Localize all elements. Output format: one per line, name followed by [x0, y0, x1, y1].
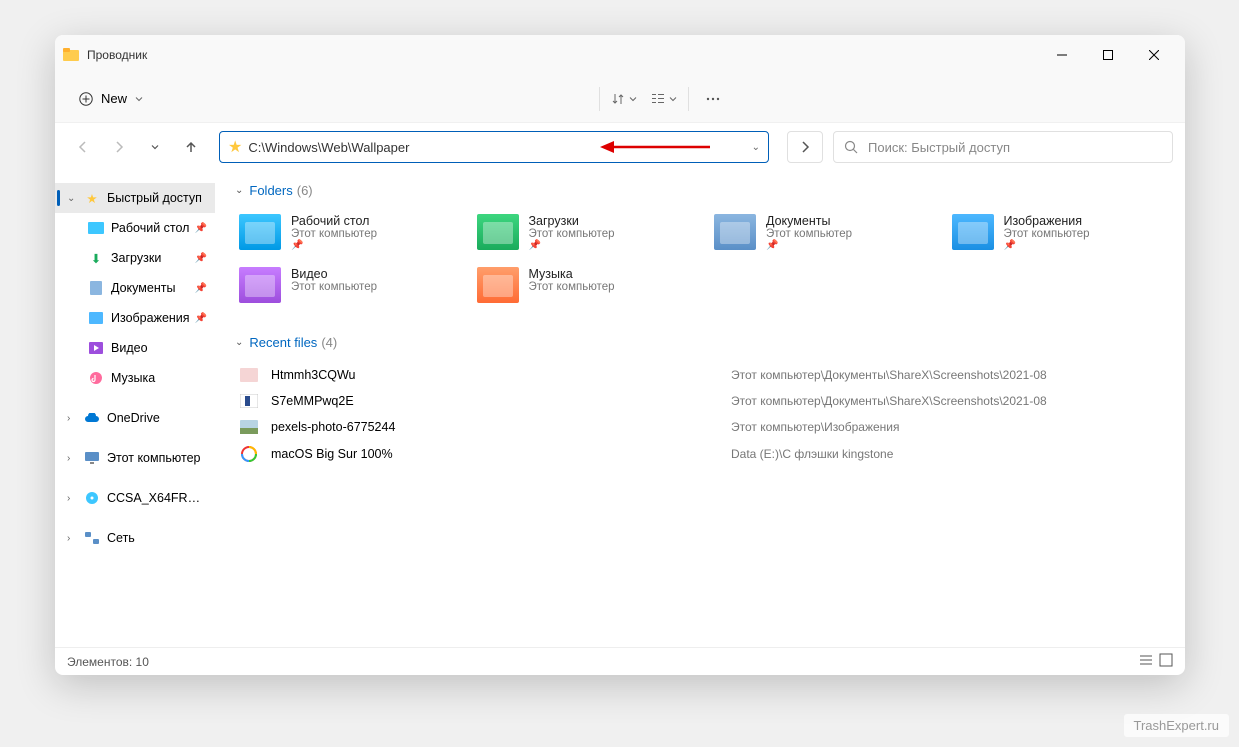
folder-icon — [477, 214, 519, 250]
chevron-right-icon[interactable]: › — [67, 533, 79, 544]
close-button[interactable] — [1131, 39, 1177, 71]
pin-icon: 📌 — [529, 240, 615, 251]
chevron-down-icon[interactable]: ⌄ — [752, 142, 760, 153]
explorer-window: Проводник New ★ C:\Windows\Web\Wallpaper — [55, 35, 1185, 675]
folder-documents[interactable]: ДокументыЭтот компьютер📌 — [710, 210, 928, 255]
details-view-button[interactable] — [1139, 653, 1153, 670]
back-button[interactable] — [67, 131, 99, 163]
folder-music[interactable]: МузыкаЭтот компьютер — [473, 263, 691, 307]
watermark: TrashExpert.ru — [1124, 714, 1230, 737]
maximize-button[interactable] — [1085, 39, 1131, 71]
forward-button[interactable] — [103, 131, 135, 163]
view-button[interactable] — [644, 81, 684, 117]
folders-grid: Рабочий столЭтот компьютер📌 ЗагрузкиЭтот… — [235, 210, 1165, 307]
navbar: ★ C:\Windows\Web\Wallpaper ⌄ Поиск: Быст… — [55, 123, 1185, 171]
image-file-icon — [239, 368, 259, 382]
pin-icon: 📌 — [291, 240, 377, 251]
window-title: Проводник — [87, 48, 147, 62]
minimize-button[interactable] — [1039, 39, 1085, 71]
disc-icon — [83, 491, 101, 505]
address-bar[interactable]: ★ C:\Windows\Web\Wallpaper ⌄ — [219, 131, 769, 163]
video-icon — [87, 342, 105, 354]
document-icon — [87, 281, 105, 295]
desktop-icon — [87, 222, 105, 234]
chevron-right-icon[interactable]: › — [67, 413, 79, 424]
new-button[interactable]: New — [67, 85, 155, 112]
explorer-icon — [63, 47, 79, 63]
folder-icon — [714, 214, 756, 250]
search-icon — [844, 140, 858, 154]
recent-item[interactable]: macOS Big Sur 100%Data (E:)\С флэшки kin… — [235, 440, 1165, 468]
download-icon: ⬇ — [87, 251, 105, 266]
recent-locations-button[interactable] — [139, 131, 171, 163]
image-file-icon — [239, 394, 259, 408]
recent-list: Htmmh3CQWuЭтот компьютер\Документы\Share… — [235, 362, 1165, 468]
folder-pictures[interactable]: ИзображенияЭтот компьютер📌 — [948, 210, 1166, 255]
cloud-icon — [83, 413, 101, 423]
sidebar-item-music[interactable]: Музыка — [55, 363, 215, 393]
folder-icon — [952, 214, 994, 250]
star-icon: ★ — [228, 137, 242, 157]
folder-icon — [239, 214, 281, 250]
pin-icon: 📌 — [766, 240, 852, 251]
network-icon — [83, 532, 101, 544]
status-bar: Элементов: 10 — [55, 647, 1185, 675]
new-label: New — [101, 91, 127, 106]
recent-item[interactable]: pexels-photo-6775244Этот компьютер\Изобр… — [235, 414, 1165, 440]
recent-item[interactable]: Htmmh3CQWuЭтот компьютер\Документы\Share… — [235, 362, 1165, 388]
search-placeholder: Поиск: Быстрый доступ — [868, 140, 1010, 155]
sidebar-item-onedrive[interactable]: ›OneDrive — [55, 403, 215, 433]
chevron-down-icon — [135, 95, 143, 103]
pin-icon: 📌 — [1004, 240, 1090, 251]
chevron-right-icon[interactable]: › — [67, 493, 79, 504]
window-controls — [1039, 39, 1177, 71]
toolbar: New — [55, 75, 1185, 123]
sidebar-item-desktop[interactable]: Рабочий стол📌 — [55, 213, 215, 243]
sidebar: ⌄ ★ Быстрый доступ Рабочий стол📌 ⬇Загруз… — [55, 171, 215, 647]
chevron-down-icon: ⌄ — [235, 337, 243, 348]
sort-button[interactable] — [604, 81, 644, 117]
up-button[interactable] — [175, 131, 207, 163]
sidebar-item-network[interactable]: ›Сеть — [55, 523, 215, 553]
folder-icon — [477, 267, 519, 303]
star-icon: ★ — [83, 191, 101, 206]
chevron-down-icon: ⌄ — [235, 185, 243, 196]
content-area: ⌄ Folders (6) Рабочий столЭтот компьютер… — [215, 171, 1185, 647]
music-icon — [87, 371, 105, 385]
sidebar-item-this-pc[interactable]: ›Этот компьютер — [55, 443, 215, 473]
folder-videos[interactable]: ВидеоЭтот компьютер — [235, 263, 453, 307]
search-input[interactable]: Поиск: Быстрый доступ — [833, 131, 1173, 163]
folders-header[interactable]: ⌄ Folders (6) — [235, 183, 1165, 198]
pin-icon: 📌 — [195, 253, 207, 264]
image-file-icon — [239, 446, 259, 462]
separator — [599, 87, 600, 111]
go-button[interactable] — [787, 131, 823, 163]
separator — [688, 87, 689, 111]
sidebar-item-ccsa[interactable]: ›CCSA_X64FRE_RU-RU — [55, 483, 215, 513]
sidebar-item-downloads[interactable]: ⬇Загрузки📌 — [55, 243, 215, 273]
chevron-right-icon[interactable]: › — [67, 453, 79, 464]
item-count: Элементов: 10 — [67, 655, 149, 669]
folder-downloads[interactable]: ЗагрузкиЭтот компьютер📌 — [473, 210, 691, 255]
sidebar-item-documents[interactable]: Документы📌 — [55, 273, 215, 303]
titlebar: Проводник — [55, 35, 1185, 75]
folder-icon — [239, 267, 281, 303]
image-file-icon — [239, 420, 259, 434]
thumbnails-view-button[interactable] — [1159, 653, 1173, 670]
pin-icon: 📌 — [195, 313, 207, 324]
more-button[interactable] — [693, 81, 733, 117]
plus-circle-icon — [79, 92, 93, 106]
recent-item[interactable]: S7eMMPwq2EЭтот компьютер\Документы\Share… — [235, 388, 1165, 414]
sidebar-item-pictures[interactable]: Изображения📌 — [55, 303, 215, 333]
sidebar-item-quick-access[interactable]: ⌄ ★ Быстрый доступ — [55, 183, 215, 213]
picture-icon — [87, 312, 105, 324]
pin-icon: 📌 — [195, 283, 207, 294]
folder-desktop[interactable]: Рабочий столЭтот компьютер📌 — [235, 210, 453, 255]
chevron-down-icon[interactable]: ⌄ — [67, 193, 79, 204]
annotation-arrow — [600, 139, 710, 155]
recent-header[interactable]: ⌄ Recent files (4) — [235, 335, 1165, 350]
pc-icon — [83, 452, 101, 464]
pin-icon: 📌 — [195, 223, 207, 234]
sidebar-item-videos[interactable]: Видео — [55, 333, 215, 363]
